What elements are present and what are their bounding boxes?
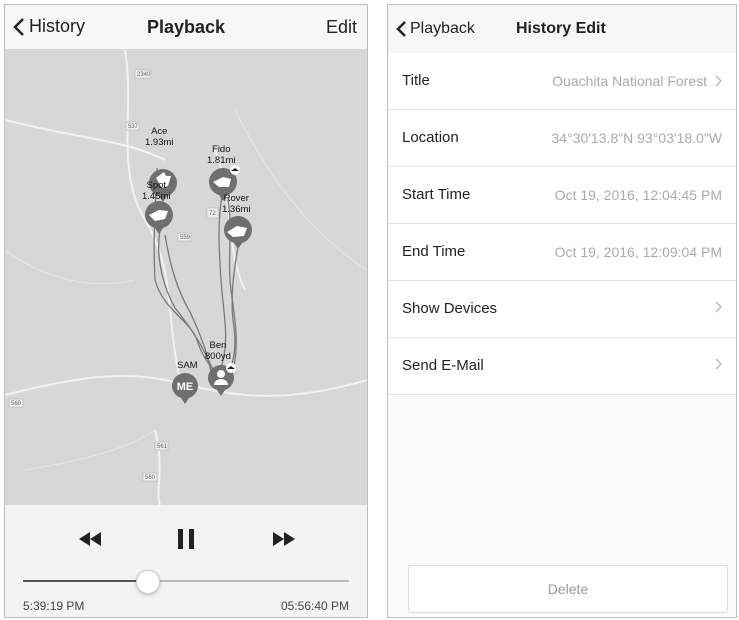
map-view[interactable]: 2340 537 559 72 560 561 560 ME Ace 1.93m… xyxy=(5,50,367,505)
row-label: Send E-Mail xyxy=(402,357,484,374)
edit-button[interactable]: Edit xyxy=(326,17,357,38)
row-label: Title xyxy=(402,72,430,89)
page-title: Playback xyxy=(146,17,226,37)
start-time-row[interactable]: Start Time Oct 19, 2016, 12:04:45 PM xyxy=(388,167,736,224)
road-label: 560 xyxy=(11,401,22,407)
row-label: Location xyxy=(402,129,459,146)
playback-nav-bar: History Playback Edit xyxy=(5,5,367,50)
marker-label-rover: Rover 1.36mi xyxy=(222,193,251,215)
location-row[interactable]: Location 34°30'13.8"N 93°03'18.0"W xyxy=(388,110,736,167)
marker-me[interactable]: ME xyxy=(172,373,198,404)
marker-label-ben: Ben 800yd xyxy=(205,340,231,362)
page-title: History Edit xyxy=(516,20,606,37)
road-label: 537 xyxy=(128,124,139,130)
row-label: Show Devices xyxy=(402,300,498,317)
row-label: End Time xyxy=(402,243,466,260)
chevron-left-icon xyxy=(396,21,406,37)
row-value: Oct 19, 2016, 12:04:45 PM xyxy=(554,187,722,203)
title-row[interactable]: Title Ouachita National Forest xyxy=(388,53,736,110)
start-time: 5:39:19 PM xyxy=(23,599,85,613)
chevron-right-icon xyxy=(715,358,722,370)
playback-slider-thumb[interactable] xyxy=(135,570,160,594)
road-label: 2340 xyxy=(137,72,151,78)
delete-button[interactable]: Delete xyxy=(408,565,728,613)
row-label: Start Time xyxy=(402,186,471,203)
playback-back-label: Playback xyxy=(410,20,475,37)
fast-forward-icon xyxy=(273,532,295,546)
road-label: 559 xyxy=(180,235,191,241)
rewind-icon xyxy=(79,532,101,546)
playback-screen: History Playback Edit 2340 537 559 72 56… xyxy=(4,4,368,618)
chevron-right-icon xyxy=(715,301,722,313)
marker-rover[interactable] xyxy=(224,216,252,249)
playback-controls: 5:39:19 PM 05:56:40 PM xyxy=(5,505,367,617)
pause-button[interactable] xyxy=(171,527,201,551)
pause-icon xyxy=(178,529,194,549)
history-edit-nav-bar: Playback History Edit xyxy=(388,5,736,54)
row-value: 34°30'13.8"N 93°03'18.0"W xyxy=(551,130,722,146)
chevron-right-icon xyxy=(715,75,722,87)
fast-forward-button[interactable] xyxy=(269,527,299,551)
road-label: 560 xyxy=(145,475,156,481)
marker-label-sam: SAM xyxy=(177,360,198,371)
map-canvas: 2340 537 559 72 560 561 560 ME xyxy=(5,50,367,505)
playback-slider-fill xyxy=(23,580,147,582)
end-time: 05:56:40 PM xyxy=(280,599,349,613)
row-value: Ouachita National Forest xyxy=(552,73,707,89)
rewind-button[interactable] xyxy=(75,527,105,551)
road-labels: 2340 537 559 72 560 561 560 xyxy=(8,69,219,482)
playback-back-button[interactable]: Playback xyxy=(396,20,475,38)
road-label: 561 xyxy=(157,444,168,450)
marker-label-ace: Ace 1.93mi xyxy=(145,126,174,148)
row-value: Oct 19, 2016, 12:09:04 PM xyxy=(554,244,722,260)
person-icon xyxy=(217,370,225,378)
me-badge: ME xyxy=(177,381,194,393)
playback-slider-track[interactable] xyxy=(23,580,349,582)
send-email-row[interactable]: Send E-Mail xyxy=(388,338,736,395)
history-edit-screen: Playback History Edit Title Ouachita Nat… xyxy=(387,4,737,618)
road-label: 72 xyxy=(209,211,216,217)
end-time-row[interactable]: End Time Oct 19, 2016, 12:09:04 PM xyxy=(388,224,736,281)
marker-label-fido: Fido 1.81mi xyxy=(207,144,236,166)
show-devices-row[interactable]: Show Devices xyxy=(388,281,736,338)
marker-label-spot: Spot 1.45mi xyxy=(142,180,171,202)
